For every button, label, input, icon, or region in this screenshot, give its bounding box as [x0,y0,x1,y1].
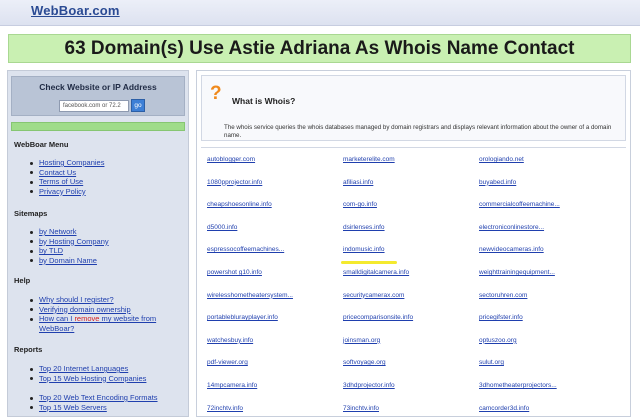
domain-link[interactable]: joinsman.org [343,337,380,344]
domain-link[interactable]: watchesbuy.info [207,337,253,344]
help-remove-red: remove [74,314,100,324]
site-logo[interactable]: WebBoar.com [31,3,120,18]
help-list: Why should I register? Verifying domain … [30,295,165,333]
domain-link[interactable]: electroniconlinestore... [479,224,544,231]
main-content: ? What is Whois? The whois service queri… [196,70,631,417]
sitemap-by-network[interactable]: by Network [30,227,109,237]
whois-info-box: ? What is Whois? The whois service queri… [201,75,626,141]
domain-link[interactable]: smalldigitalcamera.info [343,269,409,276]
domain-link[interactable]: pdf-viewer.org [207,359,248,366]
domain-link[interactable]: sulut.org [479,359,504,366]
reports-list-a: Top 20 Internet Languages Top 15 Web Hos… [30,364,146,383]
domain-link[interactable]: powershot g10.info [207,269,262,276]
whois-heading: What is Whois? [232,96,296,106]
report-web-servers[interactable]: Top 15 Web Servers [30,403,158,413]
domain-link[interactable]: 73inchtv.info [343,405,379,412]
domain-link[interactable]: wirelesshometheatersystem... [207,292,293,299]
check-website-title: Check Website or IP Address [39,82,157,92]
domain-link[interactable]: 3dhdprojector.info [343,382,395,389]
sitemap-by-hosting-company[interactable]: by Hosting Company [30,237,109,247]
reports-section-title: Reports [14,345,43,354]
go-button[interactable]: go [131,99,145,112]
green-divider [11,122,185,131]
sitemaps-list: by Network by Hosting Company by TLD by … [30,227,109,265]
menu-item-privacy-policy[interactable]: Privacy Policy [30,187,104,197]
domain-link[interactable]: 14mpcamera.info [207,382,257,389]
help-why-register[interactable]: Why should I register? [30,295,165,305]
menu-item-hosting-companies[interactable]: Hosting Companies [30,158,104,168]
website-search-input[interactable]: facebook.com or 72.2 [59,100,129,112]
menu-item-terms-of-use[interactable]: Terms of Use [30,177,104,187]
page-title-bar: 63 Domain(s) Use Astie Adriana As Whois … [8,34,631,63]
report-internet-languages[interactable]: Top 20 Internet Languages [30,364,146,374]
domain-link[interactable]: marketerelite.com [343,156,395,163]
domain-link[interactable]: commercialcoffeemachine... [479,201,560,208]
domain-link[interactable]: camcorder3d.info [479,405,529,412]
help-verify-ownership[interactable]: Verifying domain ownership [30,305,165,315]
domain-link[interactable]: dsirlenses.info [343,224,385,231]
domain-link[interactable]: d5000.info [207,224,237,231]
domain-link[interactable]: pricegifster.info [479,314,523,321]
domain-link[interactable]: 1080pprojector.info [207,179,262,186]
domain-link[interactable]: portableblurayplayer.info [207,314,278,321]
menu-section-title: WebBoar Menu [14,140,69,149]
report-text-encoding[interactable]: Top 20 Web Text Encoding Formats [30,393,158,403]
domain-link[interactable]: optuszoo.org [479,337,517,344]
top-header-bar: WebBoar.com [0,0,640,26]
domain-link[interactable]: espressocoffeemachines... [207,246,284,253]
domain-link[interactable]: pricecomparisonsite.info [343,314,413,321]
domain-link[interactable]: orologiando.net [479,156,524,163]
report-web-hosting-companies[interactable]: Top 15 Web Hosting Companies [30,374,146,384]
reports-list-b: Top 20 Web Text Encoding Formats Top 15 … [30,393,158,412]
question-mark-icon: ? [210,83,222,104]
domain-link[interactable]: securitycamerax.com [343,292,404,299]
domain-link[interactable]: autoblogger.com [207,156,255,163]
sitemaps-section-title: Sitemaps [14,209,48,218]
domain-link[interactable]: indomusic.info [343,246,385,253]
page-title: 63 Domain(s) Use Astie Adriana As Whois … [64,38,575,59]
domain-list: autoblogger.com marketerelite.com orologia… [201,147,626,416]
menu-item-contact-us[interactable]: Contact Us [30,168,104,178]
domain-link[interactable]: 3dhometheaterprojectors... [479,382,557,389]
help-remove-website[interactable]: How can I remove my website from WebBoar… [30,314,165,333]
domain-link[interactable]: 72inchtv.info [207,405,243,412]
domain-link[interactable]: sectoruhren.com [479,292,527,299]
domain-link[interactable]: cheapshoesonline.info [207,201,272,208]
sitemap-by-domain-name[interactable]: by Domain Name [30,256,109,266]
help-remove-pre: How can I [39,314,75,324]
domain-link[interactable]: weighttrainingequipment... [479,269,555,276]
menu-list: Hosting Companies Contact Us Terms of Us… [30,158,104,196]
domain-link[interactable]: afiliasi.info [343,179,373,186]
domain-link[interactable]: newvideocameras.info [479,246,544,253]
highlight-underline [341,261,397,264]
help-section-title: Help [14,276,31,285]
domain-link[interactable]: softvoyage.org [343,359,386,366]
sidebar: Check Website or IP Address facebook.com… [7,70,189,417]
whois-description: The whois service queries the whois data… [224,124,612,139]
check-website-panel: Check Website or IP Address facebook.com… [11,76,185,116]
domain-link[interactable]: com-go.info [343,201,377,208]
domain-link[interactable]: buyabed.info [479,179,516,186]
sitemap-by-tld[interactable]: by TLD [30,246,109,256]
